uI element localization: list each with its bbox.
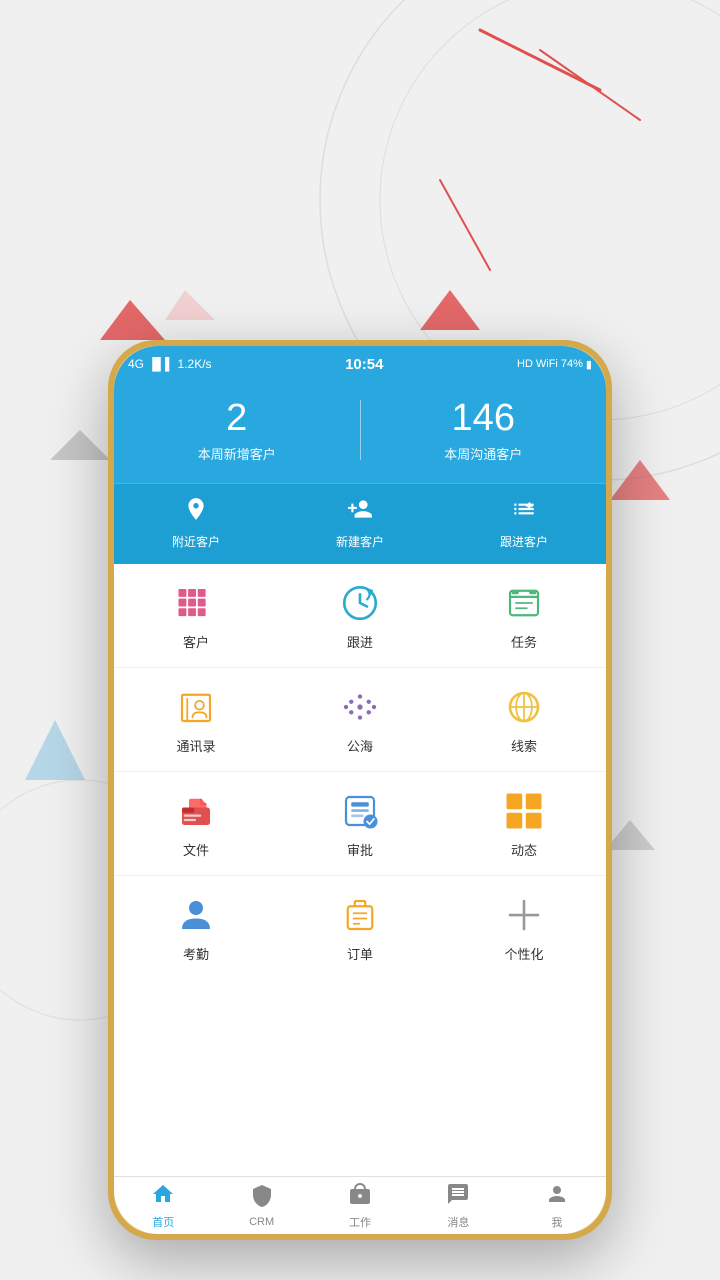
- contacts-label: 通讯录: [176, 736, 215, 755]
- stat-new-customers: 2 本周新增客户: [114, 398, 360, 463]
- task-item[interactable]: 任务: [442, 582, 606, 651]
- attendance-item[interactable]: 考勤: [114, 894, 278, 963]
- new-customer-label: 新建客户: [336, 533, 384, 550]
- signal-bars: ▐▌▌: [148, 357, 174, 371]
- nav-me[interactable]: 我: [508, 1177, 606, 1234]
- file-item[interactable]: 文件: [114, 790, 278, 859]
- me-label: 我: [551, 1214, 562, 1230]
- nav-crm[interactable]: CRM: [212, 1177, 310, 1234]
- phone-frame: 4G ▐▌▌ 1.2K/s 10:54 HD WiFi 74% ▮ 2 本周新增…: [108, 340, 612, 1240]
- customer-item[interactable]: 客户: [114, 582, 278, 651]
- work-icon: [348, 1182, 372, 1212]
- status-left: 4G ▐▌▌ 1.2K/s: [128, 357, 212, 371]
- stat2-number: 146: [361, 398, 607, 440]
- dynamic-label: 动态: [511, 840, 537, 859]
- location-icon: [183, 496, 209, 527]
- public-sea-label: 公海: [347, 736, 373, 755]
- me-icon: [545, 1182, 569, 1212]
- order-label: 订单: [347, 944, 373, 963]
- grid-row-3: 文件 审批: [114, 772, 606, 876]
- customer-label: 客户: [183, 632, 209, 651]
- status-bar: 4G ▐▌▌ 1.2K/s 10:54 HD WiFi 74% ▮: [114, 346, 606, 382]
- follow-item[interactable]: 跟进: [278, 582, 442, 651]
- quick-actions-bar: 附近客户 新建客户: [114, 483, 606, 564]
- add-list-icon: [511, 496, 537, 527]
- clue-label: 线索: [511, 736, 537, 755]
- speed-label: 1.2K/s: [178, 357, 212, 371]
- nav-message[interactable]: 消息: [409, 1177, 507, 1234]
- approve-item[interactable]: 审批: [278, 790, 442, 859]
- carrier-label: 4G: [128, 357, 144, 371]
- home-icon: [151, 1182, 175, 1212]
- file-label: 文件: [183, 840, 209, 859]
- follow-customer-button[interactable]: 跟进客户: [442, 496, 606, 550]
- stat1-number: 2: [114, 398, 360, 440]
- home-label: 首页: [152, 1214, 174, 1230]
- public-sea-item[interactable]: 公海: [278, 686, 442, 755]
- follow-icon: [339, 582, 381, 624]
- dynamic-item[interactable]: 动态: [442, 790, 606, 859]
- task-label: 任务: [511, 632, 537, 651]
- add-person-icon: [347, 496, 373, 527]
- attendance-icon: [175, 894, 217, 936]
- message-icon: [446, 1182, 470, 1212]
- attendance-label: 考勤: [183, 944, 209, 963]
- follow-label: 跟进: [347, 632, 373, 651]
- order-icon: [339, 894, 381, 936]
- stat1-label: 本周新增客户: [114, 444, 360, 463]
- personalize-label: 个性化: [504, 944, 543, 963]
- file-icon: [175, 790, 217, 832]
- personalize-item[interactable]: 个性化: [442, 894, 606, 963]
- dynamic-icon: [503, 790, 545, 832]
- bottom-nav: 首页 CRM 工作: [114, 1176, 606, 1234]
- battery-icon: ▮: [586, 358, 592, 371]
- clue-icon: [503, 686, 545, 728]
- contacts-icon: [175, 686, 217, 728]
- grid-row-1: 客户 跟进: [114, 564, 606, 668]
- new-customer-button[interactable]: 新建客户: [278, 496, 442, 550]
- order-item[interactable]: 订单: [278, 894, 442, 963]
- time-display: 10:54: [345, 356, 383, 373]
- stat2-label: 本周沟通客户: [361, 444, 607, 463]
- battery-label: 74%: [561, 358, 583, 370]
- status-right: HD WiFi 74% ▮: [517, 358, 592, 371]
- wifi-icon: WiFi: [536, 358, 558, 370]
- approve-label: 审批: [347, 840, 373, 859]
- stat-contacted-customers: 146 本周沟通客户: [361, 398, 607, 463]
- customer-icon: [175, 582, 217, 624]
- main-grid: 客户 跟进: [114, 564, 606, 1176]
- header-stats: 2 本周新增客户 146 本周沟通客户: [114, 382, 606, 483]
- grid-row-4: 考勤 订单: [114, 876, 606, 979]
- message-label: 消息: [447, 1214, 469, 1230]
- public-sea-icon: [339, 686, 381, 728]
- task-icon: [503, 582, 545, 624]
- crm-label: CRM: [249, 1216, 274, 1228]
- nav-home[interactable]: 首页: [114, 1177, 212, 1234]
- approve-icon: [339, 790, 381, 832]
- crm-icon: [250, 1184, 274, 1214]
- hd-label: HD: [517, 358, 533, 370]
- nearby-label: 附近客户: [172, 533, 220, 550]
- nav-work[interactable]: 工作: [311, 1177, 409, 1234]
- nearby-customers-button[interactable]: 附近客户: [114, 496, 278, 550]
- grid-row-2: 通讯录 公: [114, 668, 606, 772]
- clue-item[interactable]: 线索: [442, 686, 606, 755]
- contacts-item[interactable]: 通讯录: [114, 686, 278, 755]
- follow-customer-label: 跟进客户: [500, 533, 548, 550]
- personalize-icon: [503, 894, 545, 936]
- work-label: 工作: [349, 1214, 371, 1230]
